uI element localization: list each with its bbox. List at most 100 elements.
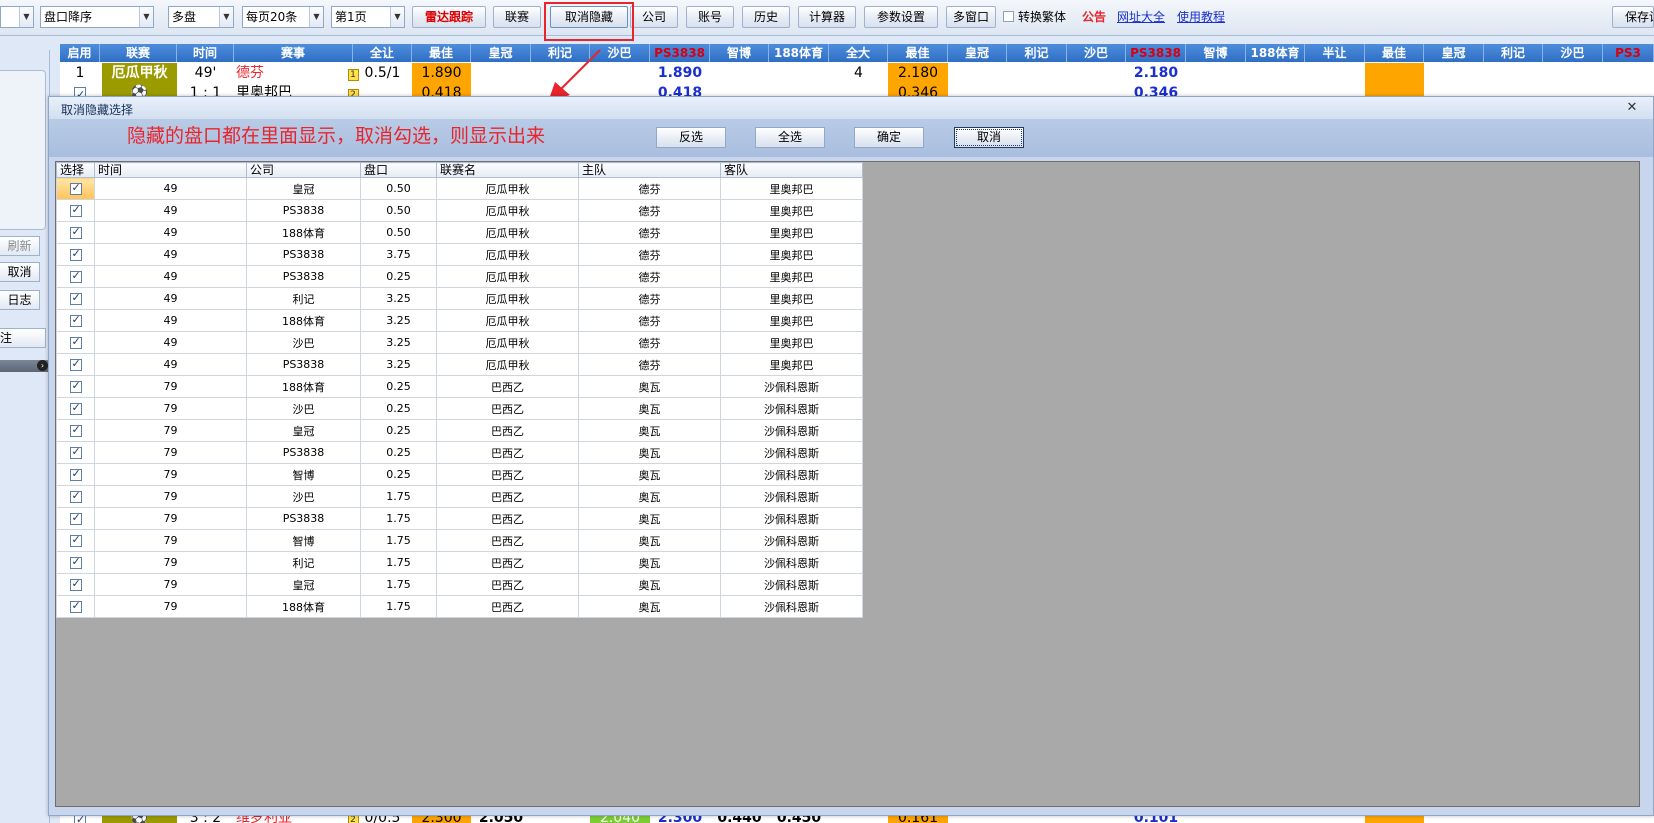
radar-button[interactable]: 雷达跟踪 bbox=[412, 6, 486, 28]
col-half-shaba[interactable]: 沙巴 bbox=[1543, 44, 1603, 62]
select-all-button[interactable]: 全选 bbox=[755, 127, 825, 148]
bet-button[interactable]: 注 bbox=[0, 328, 46, 348]
checkbox-checked-icon[interactable] bbox=[69, 203, 82, 217]
col-company[interactable]: 公司 bbox=[246, 162, 361, 178]
table-row[interactable]: 49PS38383.75厄瓜甲秋德芬里奥邦巴 bbox=[56, 243, 863, 266]
row-select-cell[interactable] bbox=[56, 221, 95, 244]
row-select-cell[interactable] bbox=[56, 199, 95, 222]
calculator-button[interactable]: 计算器 bbox=[798, 6, 856, 28]
table-row[interactable]: 49利记3.25厄瓜甲秋德芬里奥邦巴 bbox=[56, 287, 863, 310]
row-select-cell[interactable] bbox=[56, 353, 95, 376]
table-row[interactable]: 79智博1.75巴西乙奥瓦沙佩科恩斯 bbox=[56, 529, 863, 552]
col-half-crown[interactable]: 皇冠 bbox=[1424, 44, 1484, 62]
col-half-handicap[interactable]: 半让 bbox=[1305, 44, 1365, 62]
save-button[interactable]: 保存设 bbox=[1612, 6, 1654, 28]
col-total-best[interactable]: 最佳 bbox=[888, 44, 948, 62]
log-button[interactable]: 日志 bbox=[0, 290, 40, 310]
sort-select[interactable]: 盘口降序 ▼ bbox=[40, 6, 154, 28]
checkbox-checked-icon[interactable] bbox=[69, 555, 82, 569]
row-select-cell[interactable] bbox=[56, 397, 95, 420]
col-handicap[interactable]: 全让 bbox=[353, 44, 412, 62]
checkbox-checked-icon[interactable] bbox=[69, 401, 82, 415]
checkbox-checked-icon[interactable] bbox=[69, 335, 82, 349]
filter-select[interactable]: ▼ bbox=[0, 6, 34, 28]
pagesize-select[interactable]: 每页20条 ▼ bbox=[242, 6, 324, 28]
row-select-cell[interactable] bbox=[56, 287, 95, 310]
table-row[interactable]: 79皇冠1.75巴西乙奥瓦沙佩科恩斯 bbox=[56, 573, 863, 596]
row-select-cell[interactable] bbox=[56, 177, 95, 200]
col-league[interactable]: 联赛名 bbox=[436, 162, 579, 178]
col-zhibo[interactable]: 智博 bbox=[710, 44, 769, 62]
table-row[interactable]: 79沙巴0.25巴西乙奥瓦沙佩科恩斯 bbox=[56, 397, 863, 420]
checkbox-checked-icon[interactable] bbox=[69, 533, 82, 547]
checkbox-checked-icon[interactable] bbox=[69, 577, 82, 591]
col-match[interactable]: 赛事 bbox=[234, 44, 353, 62]
checkbox-checked-icon[interactable] bbox=[69, 423, 82, 437]
row-select-cell[interactable] bbox=[56, 507, 95, 530]
checkbox-checked-icon[interactable] bbox=[69, 511, 82, 525]
col-time[interactable]: 时间 bbox=[177, 44, 234, 62]
multiwindow-button[interactable]: 多窗口 bbox=[946, 6, 996, 28]
row-select-cell[interactable] bbox=[56, 265, 95, 288]
checkbox-checked-icon[interactable] bbox=[69, 291, 82, 305]
col-crown[interactable]: 皇冠 bbox=[471, 44, 531, 62]
col-time[interactable]: 时间 bbox=[94, 162, 247, 178]
confirm-button[interactable]: 确定 bbox=[854, 127, 924, 148]
league-button[interactable]: 联赛 bbox=[493, 6, 541, 28]
table-row[interactable]: 79皇冠0.25巴西乙奥瓦沙佩科恩斯 bbox=[56, 419, 863, 442]
cancel-side-button[interactable]: 取消 bbox=[0, 262, 40, 282]
company-button[interactable]: 公司 bbox=[630, 6, 678, 28]
col-select[interactable]: 选择 bbox=[56, 162, 95, 178]
urls-link[interactable]: 网址大全 bbox=[1117, 6, 1165, 28]
col-half-best[interactable]: 最佳 bbox=[1365, 44, 1424, 62]
refresh-button[interactable]: 刷新 bbox=[0, 236, 40, 256]
row-select-cell[interactable] bbox=[56, 419, 95, 442]
checkbox-checked-icon[interactable] bbox=[69, 181, 82, 195]
col-total-zhibo[interactable]: 智博 bbox=[1186, 44, 1246, 62]
table-row[interactable]: 49PS38380.25厄瓜甲秋德芬里奥邦巴 bbox=[56, 265, 863, 288]
col-half-sbobet[interactable]: 利记 bbox=[1484, 44, 1543, 62]
row-select-cell[interactable] bbox=[56, 375, 95, 398]
market-select[interactable]: 多盘 ▼ bbox=[168, 6, 234, 28]
table-row[interactable]: 79PS38381.75巴西乙奥瓦沙佩科恩斯 bbox=[56, 507, 863, 530]
table-row[interactable]: 79沙巴1.75巴西乙奥瓦沙佩科恩斯 bbox=[56, 485, 863, 508]
notice-label[interactable]: 公告 bbox=[1082, 6, 1106, 28]
col-home[interactable]: 主队 bbox=[578, 162, 721, 178]
row-select-cell[interactable] bbox=[56, 529, 95, 552]
col-total-sbobet[interactable]: 利记 bbox=[1007, 44, 1067, 62]
col-188[interactable]: 188体育 bbox=[769, 44, 829, 62]
table-row[interactable]: 49沙巴3.25厄瓜甲秋德芬里奥邦巴 bbox=[56, 331, 863, 354]
col-total-188[interactable]: 188体育 bbox=[1246, 44, 1305, 62]
col-total-shaba[interactable]: 沙巴 bbox=[1067, 44, 1126, 62]
col-best[interactable]: 最佳 bbox=[412, 44, 471, 62]
col-half-ps3838[interactable]: PS3 bbox=[1603, 44, 1654, 62]
row-select-cell[interactable] bbox=[56, 243, 95, 266]
cancel-button[interactable]: 取消 bbox=[954, 127, 1024, 148]
collapse-circle-icon[interactable]: › bbox=[37, 360, 48, 371]
invert-selection-button[interactable]: 反选 bbox=[656, 127, 726, 148]
col-league[interactable]: 联赛 bbox=[100, 44, 177, 62]
table-row[interactable]: 49PS38380.50厄瓜甲秋德芬里奥邦巴 bbox=[56, 199, 863, 222]
checkbox-checked-icon[interactable] bbox=[69, 379, 82, 393]
close-icon[interactable]: ✕ bbox=[1625, 101, 1639, 115]
col-total[interactable]: 全大 bbox=[829, 44, 888, 62]
row-select-cell[interactable] bbox=[56, 441, 95, 464]
table-row[interactable]: 79188体育1.75巴西乙奥瓦沙佩科恩斯 bbox=[56, 595, 863, 618]
checkbox-checked-icon[interactable] bbox=[69, 599, 82, 613]
table-row[interactable]: 49PS38383.25厄瓜甲秋德芬里奥邦巴 bbox=[56, 353, 863, 376]
checkbox-checked-icon[interactable] bbox=[69, 225, 82, 239]
table-row[interactable]: 1 厄瓜甲秋 49' 德芬 1 0.5/1 1.890 1.890 4 2.18… bbox=[60, 63, 1654, 83]
checkbox-checked-icon[interactable] bbox=[69, 357, 82, 371]
table-row[interactable]: 79利记1.75巴西乙奥瓦沙佩科恩斯 bbox=[56, 551, 863, 574]
table-row[interactable]: 49188体育3.25厄瓜甲秋德芬里奥邦巴 bbox=[56, 309, 863, 332]
checkbox-checked-icon[interactable] bbox=[69, 445, 82, 459]
table-row[interactable]: 79智博0.25巴西乙奥瓦沙佩科恩斯 bbox=[56, 463, 863, 486]
row-select-cell[interactable] bbox=[56, 463, 95, 486]
table-row[interactable]: 79PS38380.25巴西乙奥瓦沙佩科恩斯 bbox=[56, 441, 863, 464]
traditional-toggle[interactable]: 转换繁体 bbox=[1003, 6, 1066, 28]
checkbox-checked-icon[interactable] bbox=[69, 467, 82, 481]
col-ps3838[interactable]: PS3838 bbox=[650, 44, 710, 62]
table-row[interactable]: 79188体育0.25巴西乙奥瓦沙佩科恩斯 bbox=[56, 375, 863, 398]
settings-button[interactable]: 参数设置 bbox=[864, 6, 938, 28]
row-select-cell[interactable] bbox=[56, 331, 95, 354]
